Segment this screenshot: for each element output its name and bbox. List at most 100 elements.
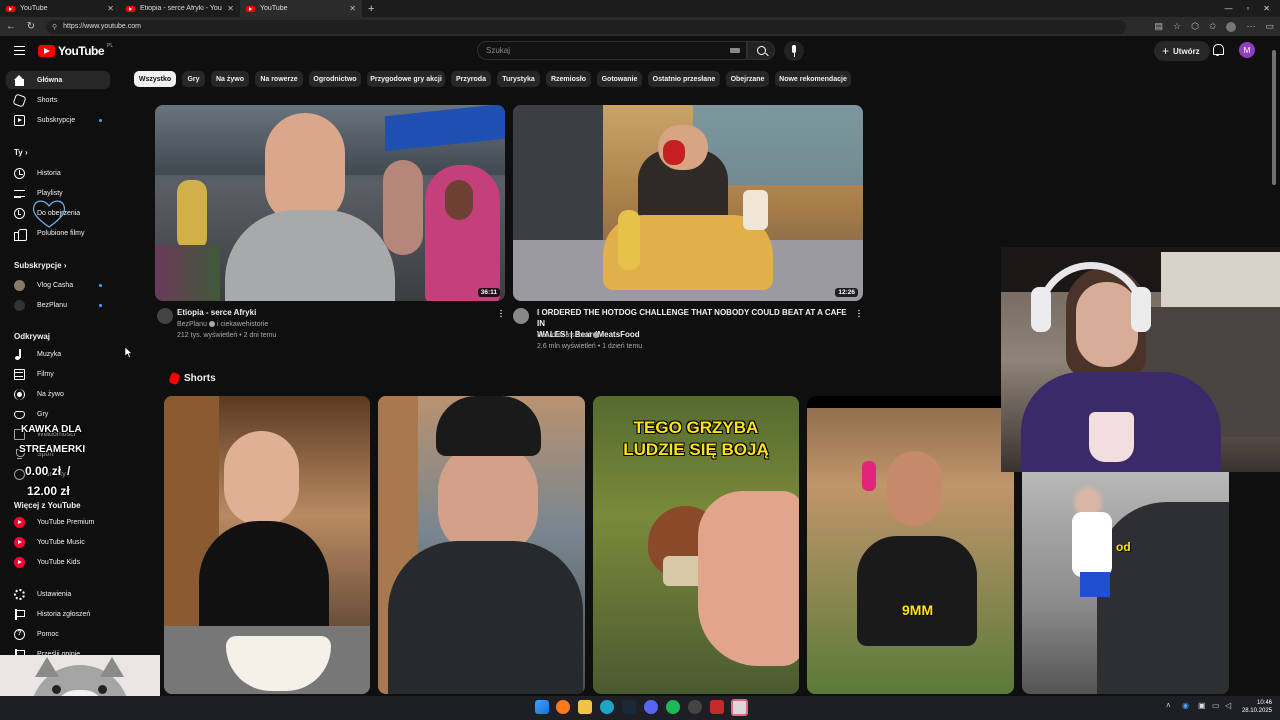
minimize-icon[interactable]: —: [1224, 4, 1232, 13]
short-thumbnail[interactable]: od: [1022, 472, 1229, 694]
short-thumbnail[interactable]: 9MM: [807, 396, 1014, 694]
keyboard-icon[interactable]: [730, 48, 740, 53]
chip[interactable]: Przygodowe gry akcji: [367, 71, 445, 87]
chip[interactable]: Nowe rekomendacje: [775, 71, 851, 87]
tab-close-icon[interactable]: ✕: [227, 4, 234, 13]
sidebar-item-films[interactable]: Filmy: [6, 365, 110, 383]
chip[interactable]: Ogrodnictwo: [309, 71, 361, 87]
short-thumbnail[interactable]: [164, 396, 370, 694]
extension-icon[interactable]: ⬡: [1191, 21, 1199, 32]
site-info-icon[interactable]: ⚲: [52, 23, 57, 31]
chip[interactable]: Ostatnio przesłane: [648, 71, 720, 87]
tray-app-icon[interactable]: ▣: [1198, 701, 1206, 710]
tray-chevron-icon[interactable]: ˄: [1166, 701, 1171, 710]
sidebar-item-shorts[interactable]: Shorts: [6, 91, 110, 109]
sidebar-item-premium[interactable]: YouTube Premium: [6, 513, 110, 531]
sidebar-item-live[interactable]: Na żywo: [6, 385, 110, 403]
sidebar-item-music-app[interactable]: YouTube Music: [6, 533, 110, 551]
voice-search-button[interactable]: [784, 41, 804, 61]
bookmark-star-icon[interactable]: ☆: [1173, 21, 1181, 32]
sidebar-item-music[interactable]: Muzyka: [6, 345, 110, 363]
sidebar-item-home[interactable]: Główna: [6, 71, 110, 89]
channel-name[interactable]: BezPlanu: [177, 321, 207, 328]
channel-avatar[interactable]: [513, 308, 529, 324]
active-app-icon[interactable]: [731, 699, 748, 716]
short-thumbnail[interactable]: [378, 396, 585, 694]
app-icon[interactable]: [710, 700, 724, 714]
edge-icon[interactable]: [600, 700, 614, 714]
more-options-icon[interactable]: [858, 309, 860, 318]
channel-avatar[interactable]: [157, 308, 173, 324]
chip[interactable]: Gry: [182, 71, 205, 87]
create-button[interactable]: + Utwórz: [1154, 41, 1210, 61]
obs-icon[interactable]: [688, 700, 702, 714]
settings-icon: [14, 588, 25, 600]
tab-close-icon[interactable]: ✕: [107, 4, 114, 13]
sidebar-item-subscriptions[interactable]: Subskrypcje: [6, 111, 110, 129]
sidebar-item-channel[interactable]: BezPlanu: [6, 296, 110, 314]
video-title[interactable]: Etiopia - serce Afryki: [177, 307, 487, 318]
verified-icon: [592, 332, 599, 339]
discord-icon[interactable]: [644, 700, 658, 714]
steam-icon[interactable]: [622, 700, 636, 714]
search-button[interactable]: [747, 41, 775, 60]
chip[interactable]: Gotowanie: [597, 71, 642, 87]
tray-app-icon[interactable]: ◉: [1182, 701, 1189, 710]
chip[interactable]: Rzemiosło: [546, 71, 591, 87]
sidebar-item-settings[interactable]: Ustawienia: [6, 585, 110, 603]
video-channel[interactable]: BezPlanu i ciekawehistorie: [177, 319, 268, 330]
channel-collab[interactable]: i ciekawehistorie: [217, 321, 268, 328]
start-menu-icon[interactable]: [535, 700, 549, 714]
donation-separator: /: [67, 464, 71, 478]
video-thumbnail[interactable]: 36:11: [155, 105, 505, 301]
maximize-icon[interactable]: ▫: [1246, 4, 1249, 13]
browser-tab-active[interactable]: YouTube ✕: [240, 0, 362, 17]
url-bar[interactable]: ⚲ https://www.youtube.com: [46, 19, 1126, 34]
volume-icon[interactable]: ◁: [1225, 701, 1231, 710]
system-clock[interactable]: 10:46 28.10.2025: [1236, 699, 1272, 715]
sidebar-heading-subscriptions[interactable]: Subskrypcje ›: [14, 261, 66, 270]
account-avatar[interactable]: M: [1239, 42, 1255, 58]
notifications-bell-icon[interactable]: [1212, 44, 1224, 56]
spotify-icon[interactable]: [666, 700, 680, 714]
sidebar-toggle-icon[interactable]: ▭: [1265, 21, 1274, 32]
browser-tab[interactable]: Etiopia - serce Afryki - YouTube ✕: [120, 0, 240, 17]
firefox-icon[interactable]: [556, 700, 570, 714]
search-input[interactable]: Szukaj: [477, 41, 747, 60]
new-tab-icon[interactable]: +: [368, 3, 374, 15]
menu-dots-icon[interactable]: ⋯: [1246, 21, 1255, 32]
short-thumbnail[interactable]: TEGO GRZYBA LUDZIE SIĘ BOJĄ: [593, 396, 799, 694]
chip[interactable]: Na żywo: [211, 71, 249, 87]
browser-tab[interactable]: YouTube ✕: [0, 0, 120, 17]
video-channel[interactable]: BeardMeatsFood: [537, 330, 601, 341]
sidebar-item-report-history[interactable]: Historia zgłoszeń: [6, 605, 110, 623]
back-icon[interactable]: ←: [6, 21, 16, 32]
sidebar-item-help[interactable]: ? Pomoc: [6, 625, 110, 643]
hamburger-menu-icon[interactable]: [14, 46, 25, 55]
youtube-favicon-icon: [6, 5, 15, 12]
tab-close-icon[interactable]: ✕: [349, 4, 356, 13]
reader-icon[interactable]: ▤: [1154, 21, 1163, 32]
sidebar-item-history[interactable]: Historia: [6, 164, 110, 182]
scrollbar-thumb[interactable]: [1272, 50, 1276, 185]
chip-all[interactable]: Wszystko: [134, 71, 176, 87]
channel-name[interactable]: BeardMeatsFood: [537, 332, 591, 339]
chip[interactable]: Na rowerze: [255, 71, 303, 87]
sidebar-heading-you[interactable]: Ty ›: [14, 148, 28, 157]
file-explorer-icon[interactable]: [578, 700, 592, 714]
reload-icon[interactable]: ↻: [26, 21, 36, 32]
sidebar-item-kids[interactable]: YouTube Kids: [6, 553, 110, 571]
close-window-icon[interactable]: ✕: [1263, 4, 1270, 13]
youtube-logo[interactable]: YouTube PL: [38, 43, 113, 58]
chip[interactable]: Przyroda: [451, 71, 491, 87]
profile-icon[interactable]: [1226, 21, 1237, 32]
sidebar-item-channel[interactable]: Vlog Casha: [6, 276, 110, 294]
sidebar-item-gaming[interactable]: Gry: [6, 405, 110, 423]
short-overlay-text: od: [1116, 540, 1131, 554]
network-icon[interactable]: ▭: [1212, 701, 1220, 710]
chip[interactable]: Turystyka: [497, 71, 540, 87]
favorites-icon[interactable]: ✩: [1209, 21, 1217, 32]
video-thumbnail[interactable]: 12:26: [513, 105, 863, 301]
more-options-icon[interactable]: [500, 309, 502, 318]
chip[interactable]: Obejrzane: [726, 71, 769, 87]
